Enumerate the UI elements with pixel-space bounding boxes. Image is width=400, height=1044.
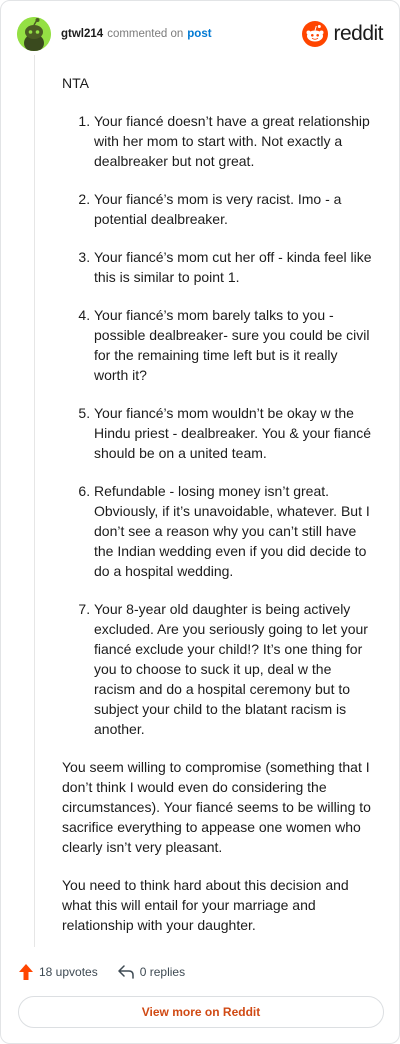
list-item: Refundable - losing money isn’t great. O… — [94, 481, 374, 581]
avatar[interactable] — [17, 17, 51, 51]
point-list: Your fiancé doesn’t have a great relatio… — [62, 111, 374, 739]
view-more-button[interactable]: View more on Reddit — [18, 996, 384, 1028]
list-item: Your 8-year old daughter is being active… — [94, 599, 374, 739]
comment-paragraph: You seem willing to compromise (somethin… — [62, 759, 371, 855]
list-item: Your fiancé’s mom wouldn’t be okay w the… — [94, 403, 374, 463]
reddit-logo[interactable]: reddit — [302, 21, 383, 47]
comment-opening: NTA — [62, 75, 89, 91]
upvote-arrow-icon — [19, 964, 33, 980]
post-link[interactable]: post — [187, 28, 211, 40]
comment-header: gtwl214 commented on post reddit — [17, 17, 383, 51]
comment-body: NTA Your fiancé doesn’t have a great rel… — [62, 73, 374, 953]
action-text: commented on — [107, 28, 184, 40]
comment-meta: gtwl214 commented on post — [61, 28, 212, 40]
comment-card: gtwl214 commented on post reddit NTA You… — [0, 0, 400, 1044]
username[interactable]: gtwl214 — [61, 28, 103, 40]
snoo-avatar-icon — [17, 17, 51, 51]
comment-paragraph: You need to think hard about this decisi… — [62, 877, 349, 933]
reply-icon — [117, 965, 134, 979]
thread-line — [34, 55, 35, 947]
list-item: Your fiancé’s mom cut her off - kinda fe… — [94, 247, 374, 287]
list-item: Your fiancé’s mom is very racist. Imo - … — [94, 189, 374, 229]
comment-footer: 18 upvotes 0 replies — [19, 961, 205, 983]
upvote-button[interactable]: 18 upvotes — [19, 964, 98, 980]
reply-count: 0 replies — [139, 965, 186, 979]
reddit-icon — [302, 21, 329, 47]
reply-button[interactable]: 0 replies — [117, 965, 186, 979]
list-item: Your fiancé doesn’t have a great relatio… — [94, 111, 374, 171]
list-item: Your fiancé’s mom barely talks to you - … — [94, 305, 374, 385]
reddit-wordmark: reddit — [333, 22, 383, 45]
upvote-count: 18 upvotes — [39, 965, 98, 979]
